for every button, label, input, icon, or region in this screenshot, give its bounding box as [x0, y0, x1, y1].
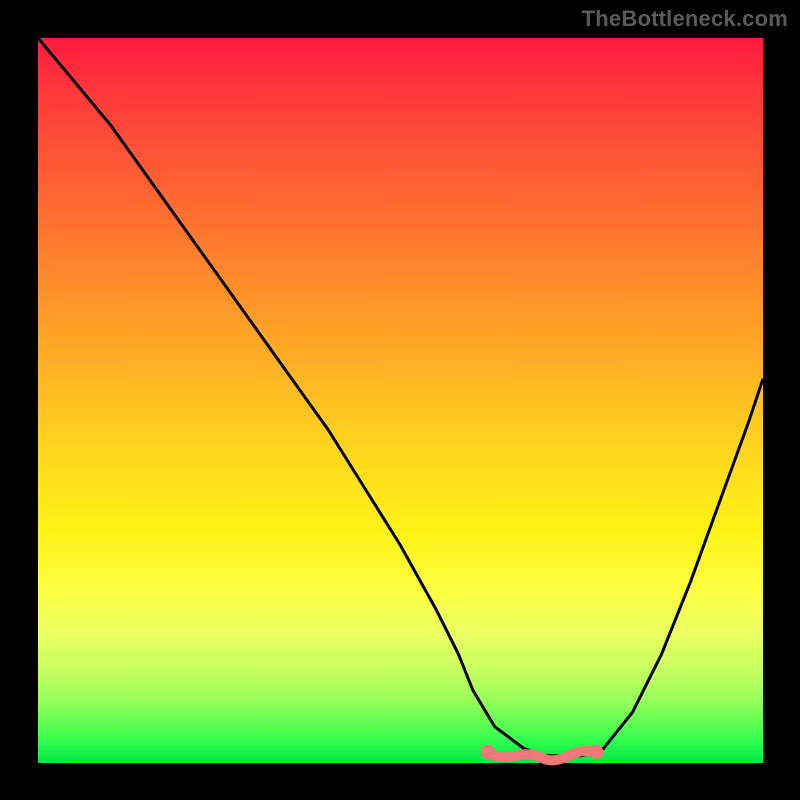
chart-container: TheBottleneck.com: [0, 0, 800, 800]
optimal-zone-marker: [481, 745, 604, 761]
plot-area: [38, 38, 763, 763]
watermark-text: TheBottleneck.com: [582, 6, 788, 32]
bottleneck-curve: [38, 38, 763, 756]
chart-svg: [38, 38, 763, 763]
